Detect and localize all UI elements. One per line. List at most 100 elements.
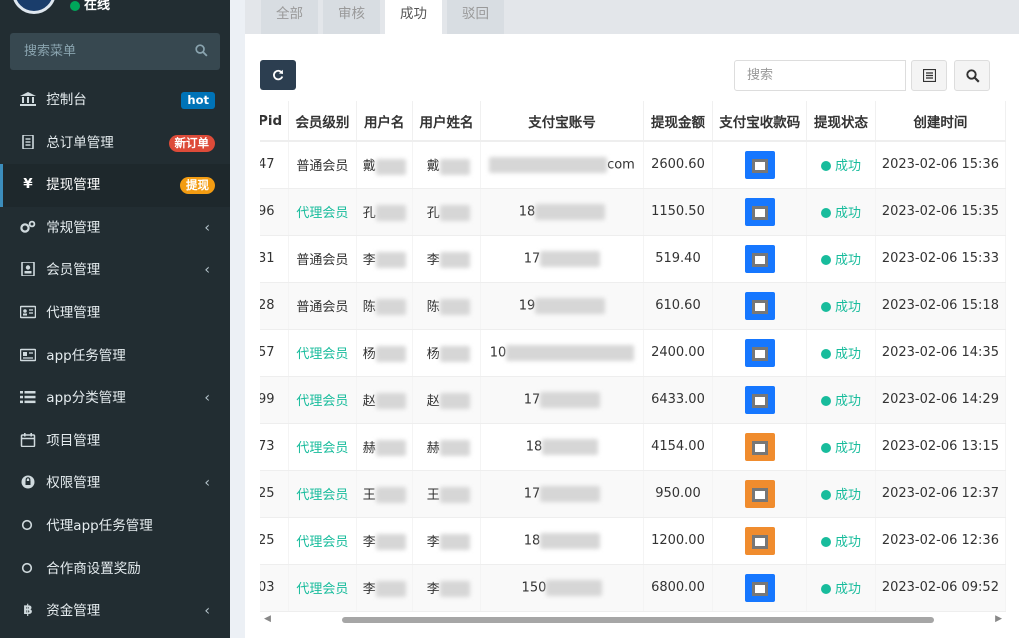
sidebar-item-general[interactable]: 常规管理 ‹ (0, 207, 230, 250)
cell-pid: 25 (260, 517, 290, 565)
cell-alipay-account: 18 (480, 188, 644, 236)
cell-realname: 杨 (412, 329, 482, 377)
table-row[interactable]: 28 普通会员陈陈 19 610.60 成功 2023-02-06 15:18 (260, 282, 1006, 330)
column-header-alipay-qr[interactable]: 支付宝收款码 (712, 101, 808, 142)
sidebar-item-withdraw[interactable]: ¥ 提现管理 提现 (0, 164, 230, 207)
status-text: 成功 (835, 159, 862, 175)
qr-code-thumbnail[interactable] (744, 291, 775, 320)
cell-created-time: 2023-02-06 15:18 (875, 282, 1006, 330)
account-text: com (607, 157, 635, 173)
table-row[interactable]: 47 普通会员戴戴 com 2600.60 成功 2023-02-06 15:36 (260, 141, 1006, 189)
cell-created-time: 2023-02-06 15:36 (875, 141, 1006, 189)
cell-created-time: 2023-02-06 12:36 (875, 517, 1006, 565)
qr-code-thumbnail[interactable] (744, 526, 775, 555)
cell-username: 赵 (356, 376, 413, 424)
sidebar-item-agents[interactable]: 代理管理 (0, 292, 230, 335)
sidebar-item-label: 会员管理 (46, 262, 101, 279)
bitcoin-icon: ฿ (23, 602, 33, 619)
refresh-button[interactable] (260, 60, 296, 90)
table-row[interactable]: 25 代理会员李李 18 1200.00 成功 2023-02-06 12:36 (260, 517, 1006, 565)
online-status: 在线 (70, 0, 110, 13)
qr-code-thumbnail[interactable] (744, 385, 775, 414)
sidebar-item-members[interactable]: 会员管理 ‹ (0, 249, 230, 292)
withdraw-table-wrapper: Pid 会员级别 用户名 用户姓名 支付宝账号 提现金额 支付宝收款码 提现状态… (260, 101, 1006, 619)
table-row[interactable]: 57 代理会员杨杨 10 2400.00 成功 2023-02-06 14:35 (260, 329, 1006, 377)
table-row[interactable]: 73 代理会员赫赫 18 4154.00 成功 2023-02-06 13:15 (260, 423, 1006, 471)
sidebar-item-dashboard[interactable]: 控制台 hot (0, 79, 230, 122)
qr-code-thumbnail[interactable] (744, 197, 775, 226)
cell-pid: 96 (260, 188, 290, 236)
username-text: 李 (362, 534, 376, 550)
cell-realname: 陈 (412, 282, 482, 330)
cell-realname: 赵 (412, 376, 482, 424)
table-row[interactable]: 99 代理会员赵赵 17 6433.00 成功 2023-02-06 14:29 (260, 376, 1006, 424)
qr-code-thumbnail[interactable] (744, 338, 775, 367)
search-icon[interactable] (195, 44, 208, 57)
sidebar-item-projects[interactable]: 项目管理 (0, 420, 230, 463)
horizontal-scrollbar[interactable]: ◀ ▶ (260, 614, 1006, 626)
status-dot-icon (821, 583, 832, 594)
sidebar-item-permissions[interactable]: 权限管理 ‹ (0, 462, 230, 505)
qr-code-thumbnail[interactable] (744, 432, 775, 461)
qr-code-thumbnail[interactable] (744, 479, 775, 508)
column-header-created-time[interactable]: 创建时间 (875, 101, 1006, 142)
cell-status: 成功 (806, 564, 876, 612)
bank-icon (20, 92, 36, 106)
sidebar-item-orders[interactable]: 总订单管理 新订单 (0, 122, 230, 165)
cell-alipay-account: 17 (480, 235, 644, 283)
table-row[interactable]: 03 代理会员李李 150 6800.00 成功 2023-02-06 09:52 (260, 564, 1006, 612)
tab-review[interactable]: 审核 (323, 0, 380, 34)
cell-username: 李 (356, 564, 413, 612)
tab-all[interactable]: 全部 (261, 0, 318, 34)
table-row[interactable]: 25 代理会员王王 17 950.00 成功 2023-02-06 12:37 (260, 470, 1006, 518)
sidebar-item-label: 项目管理 (46, 432, 101, 449)
menu-search-input[interactable] (10, 33, 180, 70)
user-box-icon (21, 262, 35, 277)
redacted-mask (439, 158, 470, 175)
cell-realname: 戴 (412, 141, 482, 189)
sidebar-item-partner-rewards[interactable]: 合作商设置奖励 (0, 548, 230, 591)
column-header-level[interactable]: 会员级别 (288, 101, 357, 142)
cell-level: 普通会员 (288, 141, 357, 189)
chevron-left-icon: ‹ (204, 219, 210, 236)
cell-amount: 1200.00 (643, 517, 714, 565)
table-search-input[interactable] (734, 60, 906, 91)
scrollbar-thumb[interactable] (342, 617, 934, 623)
sidebar-item-app-tasks[interactable]: app任务管理 (0, 335, 230, 378)
column-header-realname[interactable]: 用户姓名 (412, 101, 482, 142)
account-text: 19 (518, 298, 536, 313)
realname-text: 李 (426, 534, 440, 550)
column-header-amount[interactable]: 提现金额 (643, 101, 714, 142)
table-row[interactable]: 31 普通会员李李 17 519.40 成功 2023-02-06 15:33 (260, 235, 1006, 283)
account-text: 18 (518, 204, 536, 219)
column-header-pid[interactable]: Pid (260, 101, 290, 142)
cell-level: 代理会员 (288, 188, 357, 236)
tab-success[interactable]: 成功 (385, 0, 442, 34)
table-row[interactable]: 96 代理会员孔孔 18 1150.50 成功 2023-02-06 15:35 (260, 188, 1006, 236)
columns-button[interactable] (911, 60, 947, 91)
redacted-mask (546, 579, 603, 596)
scroll-left-icon[interactable]: ◀ (264, 614, 271, 624)
column-header-status[interactable]: 提现状态 (806, 101, 876, 142)
sidebar-item-agent-app-tasks[interactable]: 代理app任务管理 (0, 505, 230, 548)
redacted-mask (439, 252, 470, 269)
scroll-right-icon[interactable]: ▶ (995, 614, 1002, 624)
account-text: 17 (523, 251, 541, 266)
cell-username: 陈 (356, 282, 413, 330)
search-button[interactable] (954, 60, 990, 91)
column-header-alipay-account[interactable]: 支付宝账号 (480, 101, 644, 142)
cogs-icon (20, 220, 36, 233)
qr-code-thumbnail[interactable] (744, 150, 775, 179)
qr-code-thumbnail[interactable] (744, 573, 775, 602)
sidebar-item-app-categories[interactable]: app分类管理 ‹ (0, 377, 230, 420)
cell-pid: 28 (260, 282, 290, 330)
cell-level: 普通会员 (288, 235, 357, 283)
cell-created-time: 2023-02-06 12:37 (875, 470, 1006, 518)
column-header-username[interactable]: 用户名 (356, 101, 413, 142)
tab-rejected[interactable]: 驳回 (447, 0, 504, 34)
qr-code-thumbnail[interactable] (744, 244, 775, 273)
cell-realname: 李 (412, 564, 482, 612)
sidebar-item-funds[interactable]: ฿ 资金管理 ‹ (0, 590, 230, 633)
redacted-mask (439, 346, 470, 363)
avatar[interactable] (12, 0, 56, 14)
